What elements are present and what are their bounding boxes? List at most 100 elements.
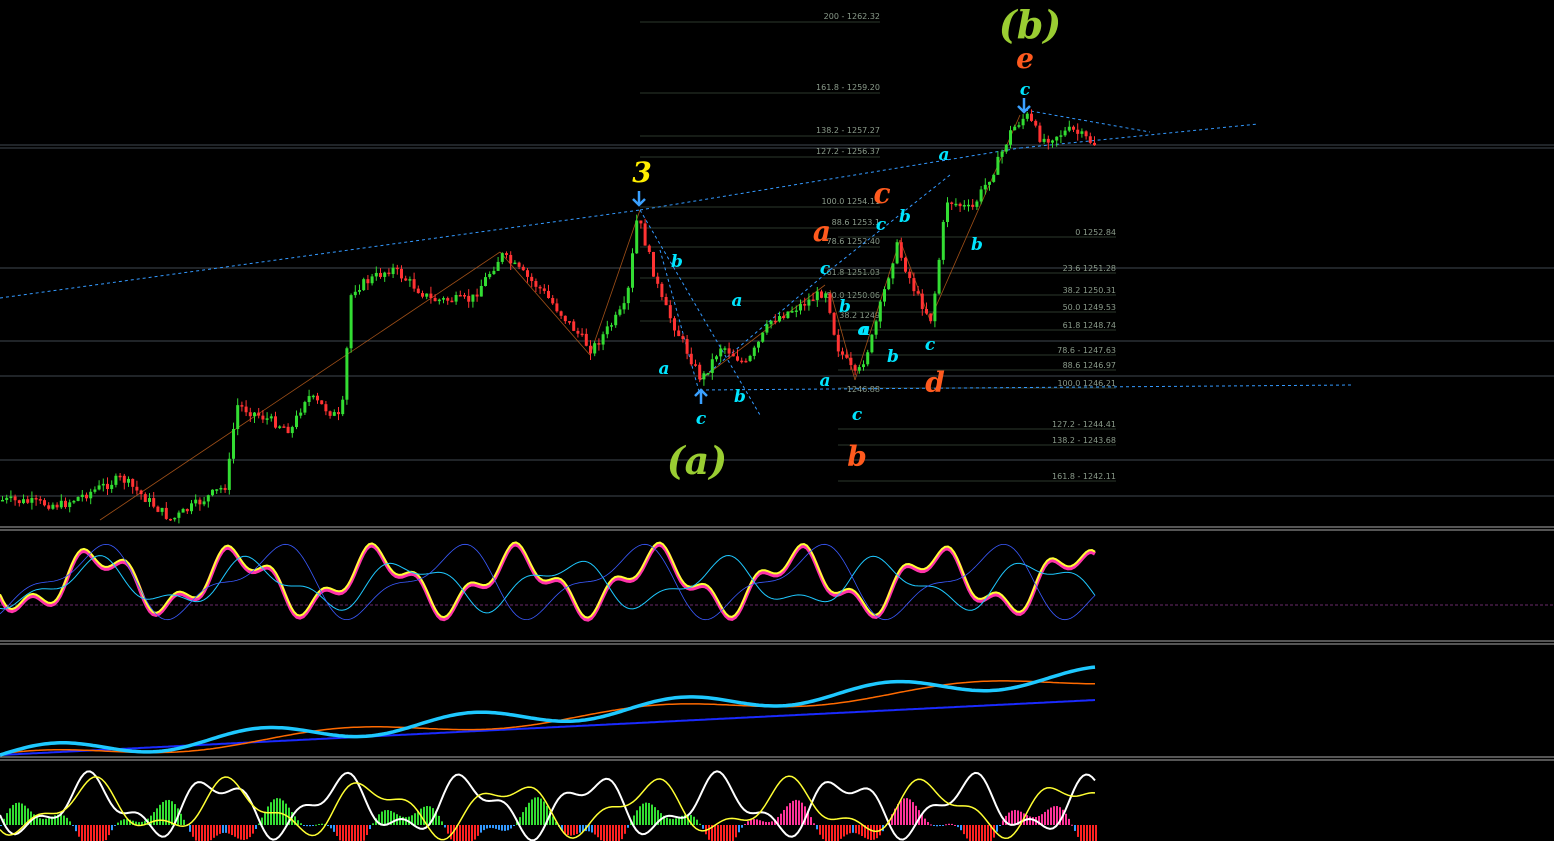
histogram-bar xyxy=(45,818,47,825)
candle-body xyxy=(761,332,765,342)
candle-body xyxy=(660,283,664,297)
histogram-bar xyxy=(438,815,440,825)
candle-body xyxy=(828,293,832,313)
candle-body xyxy=(887,278,891,290)
histogram-bar xyxy=(1056,806,1058,825)
histogram-bar xyxy=(450,825,452,840)
candle-body xyxy=(941,222,945,260)
candle-body xyxy=(584,333,588,346)
histogram-bar xyxy=(1074,825,1076,831)
candle-body xyxy=(211,489,214,496)
candle-body xyxy=(219,487,223,490)
histogram-bar xyxy=(246,825,248,840)
histogram-bar xyxy=(60,814,62,825)
candle-body xyxy=(652,251,655,277)
histogram-bar xyxy=(414,813,416,825)
histogram-bar xyxy=(843,825,845,837)
histogram-bar xyxy=(765,821,767,825)
histogram-bar xyxy=(750,819,752,825)
histogram-bar xyxy=(699,823,701,825)
candle-body xyxy=(1013,126,1017,131)
candle-body xyxy=(177,512,181,518)
candle-body xyxy=(269,416,273,419)
candle-body xyxy=(685,339,689,354)
trend-line xyxy=(0,699,1096,756)
histogram-bar xyxy=(855,825,857,834)
candle-body xyxy=(345,348,349,400)
candle-body xyxy=(605,326,609,335)
histogram-bar xyxy=(225,825,227,833)
histogram-bar xyxy=(1044,811,1046,825)
candle-body xyxy=(626,287,630,304)
histogram-bar xyxy=(159,804,161,825)
candle-body xyxy=(589,345,592,354)
candle-body xyxy=(454,295,458,302)
histogram-bar xyxy=(801,802,803,825)
candle-body xyxy=(391,267,395,275)
candle-body xyxy=(962,205,966,207)
histogram-bar xyxy=(21,803,23,825)
histogram-bar xyxy=(462,825,464,841)
histogram-bar xyxy=(81,825,83,841)
candle-body xyxy=(656,276,660,284)
candle-body xyxy=(681,336,685,340)
candle-body xyxy=(458,295,462,297)
candle-body xyxy=(702,373,706,380)
candle-body xyxy=(841,351,844,355)
candle-body xyxy=(1025,113,1029,119)
candle-body xyxy=(479,286,483,297)
histogram-bar xyxy=(651,804,653,825)
candle-body xyxy=(807,299,811,306)
histogram-bar xyxy=(111,825,113,831)
candle-body xyxy=(593,343,597,354)
histogram-bar xyxy=(207,825,209,841)
histogram-bar xyxy=(66,817,68,825)
candle-body xyxy=(563,315,567,322)
candle-body xyxy=(22,499,25,504)
candle-body xyxy=(996,156,1000,175)
histogram-bar xyxy=(792,800,794,825)
histogram-bar xyxy=(753,819,755,825)
candle-body xyxy=(383,272,387,277)
histogram-bar xyxy=(270,802,272,825)
histogram-bar xyxy=(513,825,515,826)
histogram-bar xyxy=(0,825,2,826)
histogram-bar xyxy=(63,815,65,825)
histogram-bar xyxy=(747,821,749,825)
candle-body xyxy=(513,262,517,265)
candle-body xyxy=(744,360,748,363)
histogram-bar xyxy=(963,825,965,835)
candle-body xyxy=(248,412,252,417)
histogram-bar xyxy=(852,825,854,833)
wave-label: a xyxy=(813,215,831,248)
candle-body xyxy=(534,281,538,287)
histogram-bar xyxy=(192,825,194,837)
histogram-bar xyxy=(348,825,350,841)
candle-body xyxy=(5,497,9,500)
candle-body xyxy=(559,311,563,316)
candle-body xyxy=(870,334,874,353)
fib-level-label: 0 1252.84 xyxy=(1075,228,1116,237)
candle-body xyxy=(710,359,714,373)
wave-label: b xyxy=(899,207,911,227)
candle-body xyxy=(988,181,991,185)
candle-body xyxy=(408,279,412,281)
histogram-bar xyxy=(120,820,122,825)
histogram-bar xyxy=(102,825,104,841)
candle-body xyxy=(946,202,949,223)
histogram-bar xyxy=(87,825,89,841)
candle-body xyxy=(307,396,311,403)
candle-body xyxy=(820,291,823,298)
candle-body xyxy=(240,405,244,407)
fib-level-label: 23.6 1251.28 xyxy=(1063,264,1116,273)
fib-level-label: 61.8 1248.74 xyxy=(1063,321,1116,330)
fib-level-label: 38.2 1250.31 xyxy=(1063,286,1116,295)
candle-body xyxy=(509,254,513,264)
candle-body xyxy=(1059,135,1063,137)
candle-body xyxy=(316,395,319,401)
histogram-bar xyxy=(1053,806,1055,825)
candle-body xyxy=(437,299,441,302)
candle-body xyxy=(643,223,647,246)
candle-body xyxy=(769,320,773,325)
histogram-bar xyxy=(162,801,164,825)
